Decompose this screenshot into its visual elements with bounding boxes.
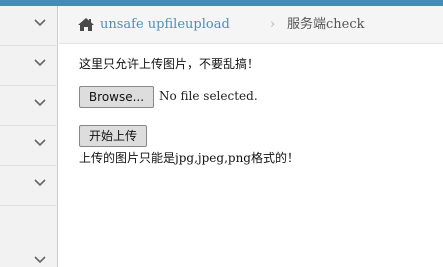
chevron-down-icon <box>34 99 46 107</box>
browse-button[interactable]: Browse... <box>79 86 154 108</box>
sidebar-item[interactable] <box>0 126 58 166</box>
upload-button[interactable]: 开始上传 <box>79 125 147 147</box>
sidebar-item[interactable] <box>0 6 58 46</box>
file-status: No file selected. <box>159 89 258 103</box>
chevron-down-icon <box>34 139 46 147</box>
sidebar-item[interactable] <box>0 86 58 126</box>
sidebar <box>0 6 58 267</box>
chevron-down-icon <box>34 19 46 27</box>
breadcrumb: unsafe upfileupload › 服务端check <box>59 6 443 44</box>
upload-hint: 上传的图片只能是jpg,jpeg,png格式的！ <box>79 151 299 165</box>
chevron-down-icon <box>34 59 46 67</box>
breadcrumb-separator: › <box>270 17 276 32</box>
chevron-down-icon <box>34 256 46 264</box>
breadcrumb-current: 服务端check <box>287 17 365 32</box>
home-icon[interactable] <box>77 17 95 32</box>
breadcrumb-link[interactable]: unsafe upfileupload <box>100 17 230 33</box>
sidebar-item[interactable] <box>0 46 58 86</box>
chevron-down-icon <box>34 179 46 187</box>
sidebar-item[interactable] <box>0 166 58 206</box>
sidebar-item[interactable] <box>0 206 58 267</box>
upload-notice: 这里只允许上传图片，不要乱搞！ <box>79 57 260 71</box>
